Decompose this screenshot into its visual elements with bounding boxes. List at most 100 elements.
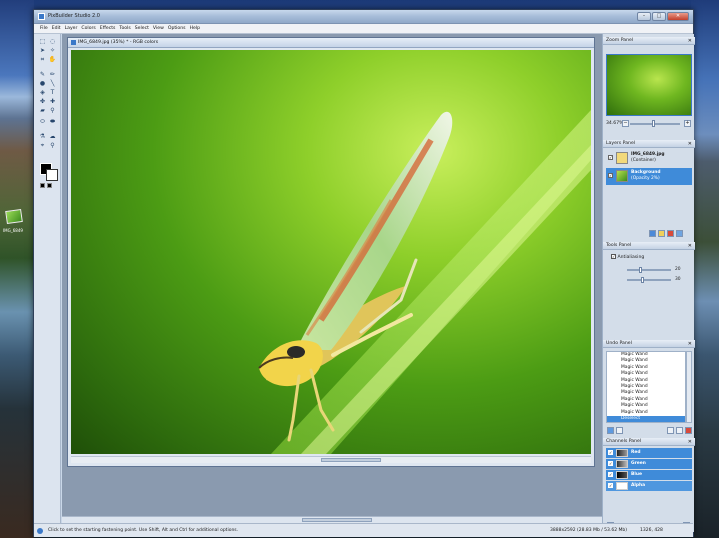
channel-row-green[interactable]: ✓ Green [606, 459, 692, 469]
document-scroll-thumb[interactable] [321, 458, 381, 462]
layer-effects-icon[interactable] [676, 230, 683, 237]
channel-visibility-checkbox[interactable]: ✓ [608, 472, 613, 477]
channel-visibility-checkbox[interactable]: ✓ [608, 450, 613, 455]
lasso-icon[interactable]: ◌ [48, 38, 57, 45]
channel-row-blue[interactable]: ✓ Blue [606, 470, 692, 480]
healing-icon[interactable]: ✚ [48, 98, 57, 105]
document-title-bar[interactable]: IMG_6849.jpg (35%) * - RGB colors [68, 38, 594, 48]
redo-step-icon[interactable] [616, 427, 623, 434]
layer-row-background[interactable]: ✓ Background (Opacity 2%) [606, 168, 692, 185]
shape-icon[interactable]: ⬭ [38, 118, 47, 125]
undo-panel-title: Undo Panel [606, 341, 632, 346]
fill-icon[interactable]: ◈ [38, 89, 47, 96]
workspace-scroll-thumb[interactable] [302, 518, 372, 522]
undo-history-list[interactable]: Magic Wand Magic Wand Magic Wand Magic W… [606, 351, 686, 423]
undo-step-icon[interactable] [607, 427, 614, 434]
workspace-horizontal-scrollbar[interactable] [62, 516, 602, 523]
clone-icon[interactable]: ✤ [38, 98, 47, 105]
zoom-in-button[interactable]: + [684, 120, 691, 127]
ellipse-icon[interactable]: ⬬ [48, 118, 57, 125]
text-icon[interactable]: T [48, 89, 57, 96]
zoom-controls: 34.67% − + [606, 120, 692, 128]
swap-colors-icon[interactable] [47, 183, 52, 188]
undo-list-scrollbar[interactable] [686, 351, 692, 423]
smudge-icon[interactable]: ☁ [48, 133, 57, 140]
channels-panel-header[interactable]: Channels Panel ✕ [603, 438, 695, 446]
channel-row-alpha[interactable]: ✓ Alpha [606, 481, 692, 491]
desktop-file-icon[interactable] [5, 208, 23, 225]
layer-properties-icon[interactable] [649, 230, 656, 237]
line-icon[interactable]: ╲ [48, 80, 57, 87]
menu-view[interactable]: View [153, 26, 164, 31]
blur-icon[interactable]: ● [38, 80, 47, 87]
rect-select-icon[interactable]: ⬚ [38, 38, 47, 45]
magic-wand-icon[interactable]: ✧ [48, 47, 57, 54]
default-colors-icon[interactable] [40, 183, 45, 188]
brush-icon[interactable]: ✎ [38, 71, 47, 78]
antialiasing-option[interactable]: ✓ Antialiasing [611, 254, 644, 260]
tool-size-knob[interactable] [639, 267, 642, 273]
background-color-swatch[interactable] [46, 169, 58, 181]
eraser-icon[interactable]: ▰ [38, 107, 47, 114]
layers-panel-header[interactable]: Layers Panel ✕ [603, 140, 695, 148]
document-icon [71, 40, 76, 45]
zoom-out-button[interactable]: − [622, 120, 629, 127]
move-icon[interactable]: ➤ [38, 47, 47, 54]
layer-visibility-checkbox[interactable]: ✓ [608, 155, 613, 160]
channel-name: Alpha [631, 483, 646, 488]
menu-layer[interactable]: Layer [65, 26, 78, 31]
tool-hardness-slider[interactable] [627, 279, 671, 281]
tools-panel-header[interactable]: Tools Panel ✕ [603, 242, 695, 250]
image-canvas[interactable] [71, 50, 591, 454]
channel-visibility-checkbox[interactable]: ✓ [608, 461, 613, 466]
zoom-panel-header[interactable]: Zoom Panel ✕ [603, 37, 695, 45]
zoom-slider[interactable] [630, 123, 680, 125]
menu-effects[interactable]: Effects [100, 26, 116, 31]
channel-name: Green [631, 461, 646, 466]
dropper-icon[interactable]: ⚲ [48, 107, 57, 114]
close-button[interactable]: ✕ [667, 12, 689, 21]
minimize-button[interactable]: – [637, 12, 651, 21]
menu-select[interactable]: Select [135, 26, 149, 31]
delete-layer-icon[interactable] [667, 230, 674, 237]
zoom-preview-thumbnail[interactable] [606, 54, 692, 116]
menu-file[interactable]: File [40, 26, 48, 31]
zoom-value: 34.67% [606, 121, 624, 126]
sponge-icon[interactable]: ⌖ [38, 142, 47, 149]
tool-size-value: 20 [675, 267, 681, 272]
undo-item-selected[interactable]: Deselect [607, 415, 685, 422]
menu-colors[interactable]: Colors [81, 26, 95, 31]
layer-visibility-checkbox[interactable]: ✓ [608, 173, 613, 178]
hand-icon[interactable]: ✋ [48, 56, 57, 63]
zoom-panel-close-icon[interactable]: ✕ [688, 37, 692, 45]
undo-new-doc-icon[interactable] [676, 427, 683, 434]
undo-panel-close-icon[interactable]: ✕ [688, 340, 692, 348]
pencil-icon[interactable]: ✏ [48, 71, 57, 78]
new-layer-icon[interactable] [658, 230, 665, 237]
menu-options[interactable]: Options [168, 26, 186, 31]
crop-icon[interactable]: ⌗ [38, 56, 47, 63]
layer-detail: (Container) [631, 158, 656, 163]
channel-visibility-checkbox[interactable]: ✓ [608, 483, 613, 488]
antialiasing-checkbox[interactable]: ✓ [611, 254, 616, 259]
menu-tools[interactable]: Tools [119, 26, 130, 31]
menu-edit[interactable]: Edit [52, 26, 61, 31]
channel-row-red[interactable]: ✓ Red [606, 448, 692, 458]
tool-hardness-knob[interactable] [641, 277, 644, 283]
title-bar[interactable]: PixBuilder Studio 2.0 – □ ✕ [34, 10, 693, 24]
layers-panel-close-icon[interactable]: ✕ [688, 140, 692, 148]
eyedropper-icon[interactable]: ⚗ [38, 133, 47, 140]
undo-snapshot-icon[interactable] [667, 427, 674, 434]
layer-row-container[interactable]: ✓ IMG_6849.jpg (Container) [606, 150, 692, 167]
app-logo-icon [38, 13, 45, 20]
undo-delete-icon[interactable] [685, 427, 692, 434]
undo-panel-header[interactable]: Undo Panel ✕ [603, 340, 695, 348]
zoom-slider-knob[interactable] [652, 120, 655, 127]
menu-help[interactable]: Help [190, 26, 200, 31]
zoom-tool-icon[interactable]: ⚲ [48, 142, 57, 149]
document-horizontal-scrollbar[interactable] [71, 456, 591, 463]
tool-size-slider[interactable] [627, 269, 671, 271]
tools-panel-close-icon[interactable]: ✕ [688, 242, 692, 250]
maximize-button[interactable]: □ [652, 12, 666, 21]
channels-panel-close-icon[interactable]: ✕ [688, 438, 692, 446]
